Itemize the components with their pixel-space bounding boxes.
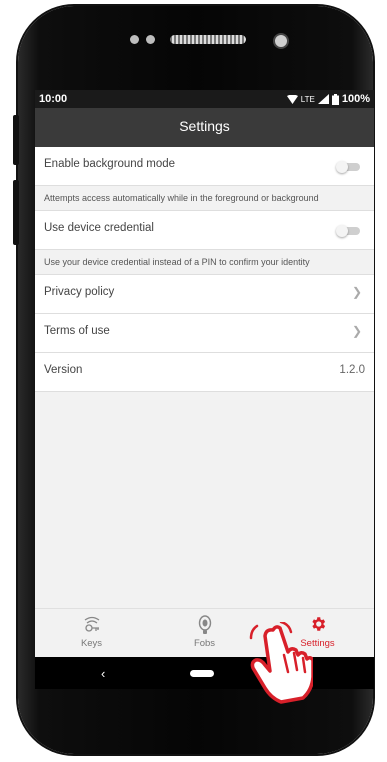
- background-mode-toggle[interactable]: [336, 161, 360, 173]
- side-button: [13, 180, 19, 245]
- privacy-policy-row[interactable]: Privacy policy ❯: [35, 275, 374, 314]
- version-row: Version 1.2.0: [35, 353, 374, 392]
- terms-of-use-label: Terms of use: [44, 325, 110, 337]
- version-label: Version: [44, 364, 83, 376]
- battery-label: 100%: [341, 93, 370, 105]
- nav-item-keys[interactable]: Keys: [35, 609, 148, 658]
- page-title: Settings: [179, 118, 230, 134]
- device-credential-description: Use your device credential instead of a …: [35, 250, 374, 275]
- background-mode-description: Attempts access automatically while in t…: [35, 186, 374, 211]
- privacy-policy-label: Privacy policy: [44, 286, 115, 298]
- chevron-right-icon: ❯: [351, 285, 362, 299]
- chevron-right-icon: ❯: [351, 324, 362, 338]
- key-icon: [35, 615, 148, 635]
- back-icon[interactable]: ‹: [101, 666, 105, 681]
- device-credential-label: Use device credential: [44, 222, 154, 234]
- system-nav-bar: ‹: [35, 657, 374, 689]
- toggle-knob: [336, 161, 348, 173]
- device-credential-toggle[interactable]: [336, 225, 360, 237]
- screen: 10:00 LTE 100% Settings Enable backgroun…: [35, 90, 374, 689]
- sensor-dot: [130, 35, 139, 44]
- tap-hand-icon: [249, 622, 313, 704]
- speaker-grill: [170, 35, 246, 44]
- background-mode-row[interactable]: Enable background mode: [35, 147, 374, 186]
- background-mode-label: Enable background mode: [44, 158, 176, 170]
- home-button[interactable]: [190, 670, 214, 677]
- status-icons: LTE 100%: [286, 93, 370, 105]
- wifi-icon: [286, 94, 298, 104]
- description-text: Use your device credential instead of a …: [44, 257, 310, 267]
- terms-of-use-row[interactable]: Terms of use ❯: [35, 314, 374, 353]
- description-text: Attempts access automatically while in t…: [44, 193, 319, 203]
- status-bar: 10:00 LTE 100%: [35, 90, 374, 108]
- side-button: [13, 115, 19, 165]
- network-label: LTE: [300, 94, 315, 104]
- signal-icon: [317, 94, 329, 104]
- app-bar: Settings: [35, 108, 374, 147]
- bottom-nav: Keys Fobs Settings: [35, 608, 374, 658]
- front-camera: [273, 33, 289, 49]
- nav-label-keys: Keys: [80, 638, 103, 649]
- sensor-dot: [146, 35, 155, 44]
- toggle-knob: [336, 225, 348, 237]
- status-time: 10:00: [39, 93, 68, 105]
- settings-list: Enable background mode Attempts access a…: [35, 147, 374, 392]
- version-value: 1.2.0: [339, 364, 365, 376]
- device-credential-row[interactable]: Use device credential: [35, 211, 374, 250]
- battery-icon: [331, 93, 339, 105]
